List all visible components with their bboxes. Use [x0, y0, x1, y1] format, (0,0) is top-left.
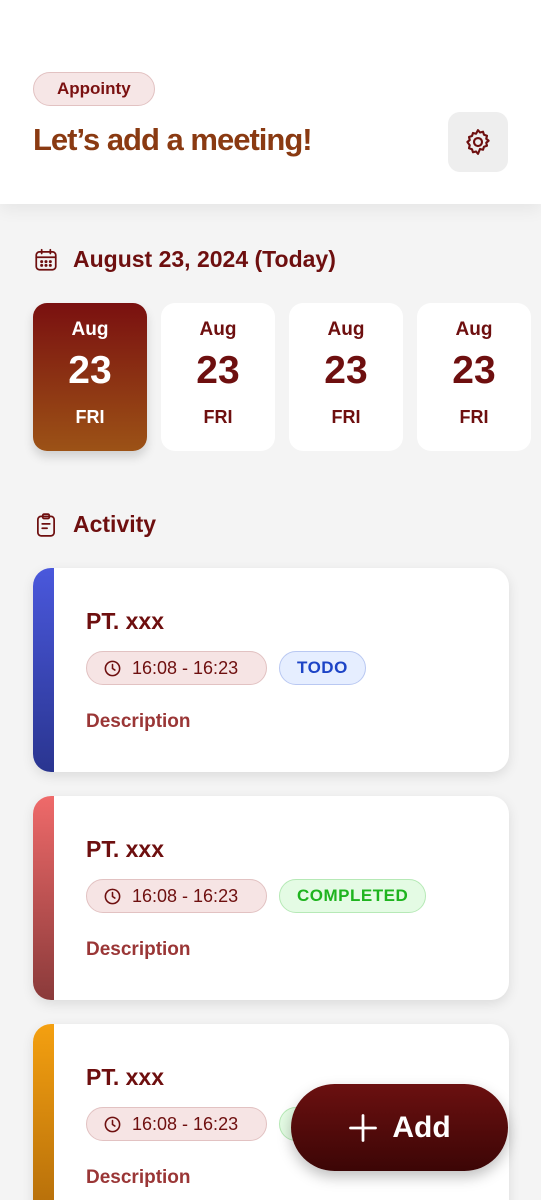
status-badge: TODO	[279, 651, 366, 685]
clipboard-icon	[37, 512, 55, 537]
day-weekday: FRI	[459, 407, 489, 427]
brand-badge: Appointy	[33, 72, 155, 106]
card-title: PT. xxx	[86, 836, 164, 862]
day-month: Aug	[199, 319, 237, 340]
day-number: 23	[324, 349, 368, 392]
calendar-icon	[35, 248, 57, 271]
day-card[interactable]: Aug 23 FRI	[417, 303, 531, 451]
day-card[interactable]: Aug 23 FRI	[161, 303, 275, 451]
day-number: 23	[452, 349, 496, 392]
card-description: Description	[86, 1167, 191, 1188]
time-pill: 16:08 - 16:23	[86, 879, 267, 913]
gear-icon	[466, 129, 490, 155]
day-month: Aug	[71, 319, 109, 340]
activity-heading: Activity	[73, 511, 157, 537]
clock-icon	[104, 1116, 121, 1132]
page-title: Let’s add a meeting!	[33, 122, 313, 157]
add-button[interactable]: Add	[291, 1084, 508, 1171]
app-header: Appointy Let’s add a meeting!	[0, 0, 541, 204]
day-weekday: FRI	[203, 407, 233, 427]
day-month: Aug	[455, 319, 493, 340]
day-card-selected[interactable]: Aug 23 FRI	[33, 303, 147, 451]
day-number: 23	[196, 349, 240, 392]
card-accent-bar	[33, 568, 54, 772]
time-pill: 16:08 - 16:23	[86, 651, 267, 685]
day-selector: Aug 23 FRI Aug 23 FRI Aug 23 FRI Aug 23 …	[33, 303, 531, 451]
card-accent-bar	[33, 1024, 54, 1200]
brand-name: Appointy	[57, 79, 131, 98]
time-range: 16:08 - 16:23	[132, 657, 239, 678]
activity-card[interactable]: PT. xxx 16:08 - 16:23 TODO Description	[33, 568, 509, 772]
status-badge: COMPLETED	[279, 879, 427, 913]
time-range: 16:08 - 16:23	[132, 885, 239, 906]
card-description: Description	[86, 711, 191, 732]
day-weekday: FRI	[75, 407, 105, 427]
activity-card[interactable]: PT. xxx 16:08 - 16:23 COMPLETED Descript…	[33, 796, 509, 1000]
add-button-label: Add	[392, 1110, 451, 1144]
clock-icon	[104, 660, 121, 676]
day-month: Aug	[327, 319, 365, 340]
card-accent-bar	[33, 796, 54, 1000]
day-card[interactable]: Aug 23 FRI	[289, 303, 403, 451]
date-heading: August 23, 2024 (Today)	[73, 246, 336, 272]
card-title: PT. xxx	[86, 608, 164, 634]
clock-icon	[104, 888, 121, 904]
day-number: 23	[68, 349, 112, 392]
activity-section-header: Activity	[33, 511, 156, 538]
time-range: 16:08 - 16:23	[132, 1113, 239, 1134]
date-section-header: August 23, 2024 (Today)	[33, 246, 336, 273]
day-weekday: FRI	[331, 407, 361, 427]
time-pill: 16:08 - 16:23	[86, 1107, 267, 1141]
plus-icon	[349, 1113, 378, 1142]
settings-button[interactable]	[448, 112, 508, 172]
card-description: Description	[86, 939, 191, 960]
card-title: PT. xxx	[86, 1064, 164, 1090]
